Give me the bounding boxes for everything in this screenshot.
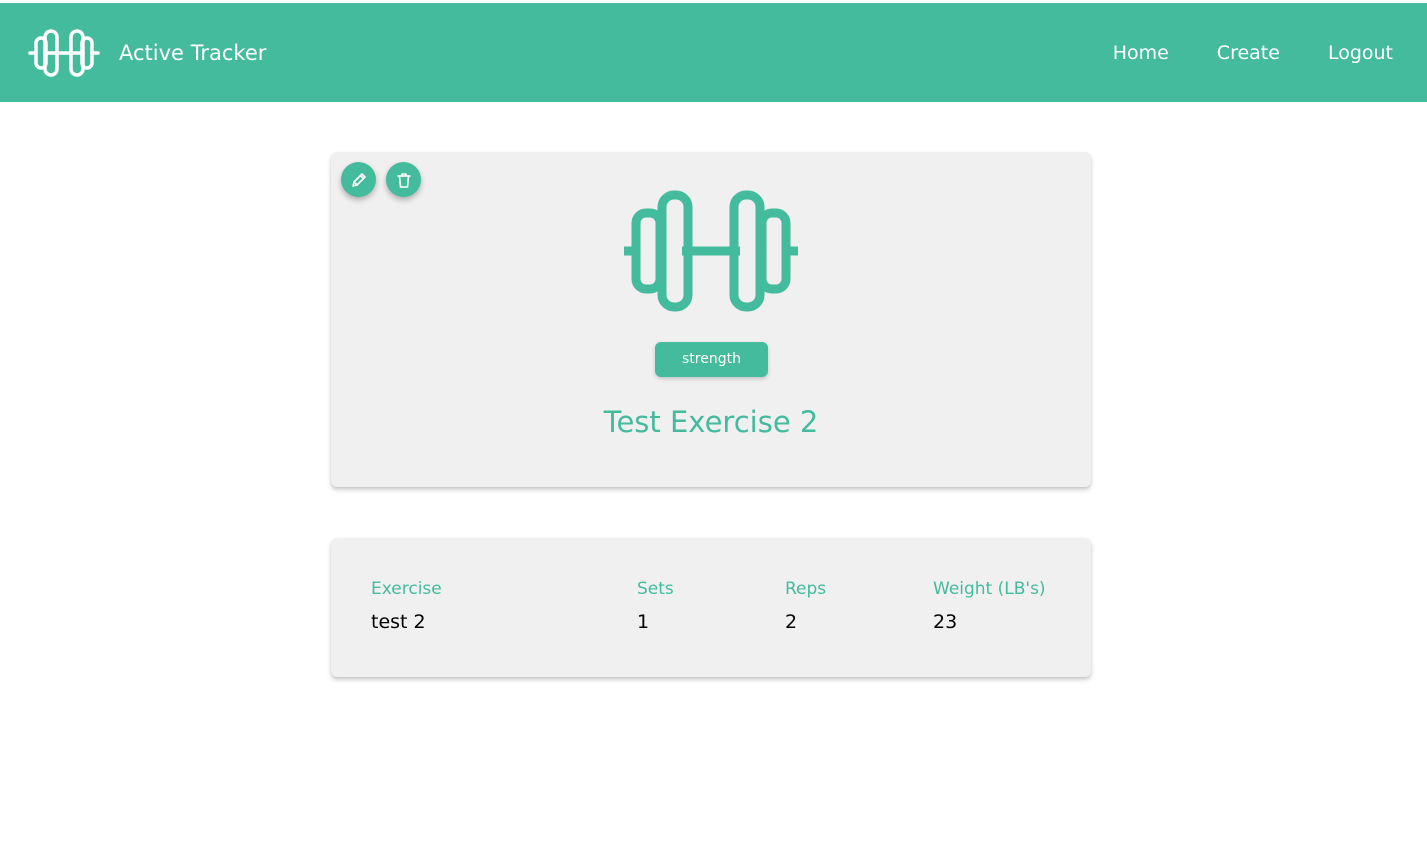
main-navigation: Home Create Logout — [1113, 3, 1393, 102]
reps-label: Reps — [785, 579, 827, 599]
pencil-icon — [351, 172, 366, 187]
dumbbell-icon — [624, 190, 798, 312]
sets-label: Sets — [637, 579, 674, 599]
reps-detail-column: Reps 2 — [785, 579, 826, 632]
exercise-detail-column: Exercise test 2 — [371, 579, 442, 632]
dumbbell-icon — [28, 29, 100, 77]
sets-detail-column: Sets 1 — [637, 579, 674, 632]
category-badge: strength — [655, 342, 768, 377]
edit-button[interactable] — [341, 162, 376, 197]
nav-create-link[interactable]: Create — [1217, 43, 1280, 63]
exercise-value: test 2 — [371, 611, 426, 633]
exercise-label: Exercise — [371, 579, 442, 599]
nav-home-link[interactable]: Home — [1113, 43, 1169, 63]
exercise-details-card: Exercise test 2 Sets 1 Reps 2 Weight (LB… — [331, 538, 1091, 677]
nav-logout-link[interactable]: Logout — [1328, 43, 1393, 63]
trash-icon — [396, 172, 411, 188]
weight-detail-column: Weight (LB's) 23 — [933, 579, 1046, 632]
weight-label: Weight (LB's) — [933, 579, 1046, 599]
delete-button[interactable] — [386, 162, 421, 197]
weight-value: 23 — [933, 611, 958, 633]
sets-value: 1 — [637, 611, 650, 633]
app-title: Active Tracker — [119, 40, 267, 65]
reps-value: 2 — [785, 611, 798, 633]
exercise-title: Test Exercise 2 — [603, 405, 819, 439]
brand-link[interactable]: Active Tracker — [28, 28, 266, 78]
exercise-card: strength Test Exercise 2 — [331, 152, 1091, 487]
top-navbar: Active Tracker Home Create Logout — [0, 3, 1427, 102]
